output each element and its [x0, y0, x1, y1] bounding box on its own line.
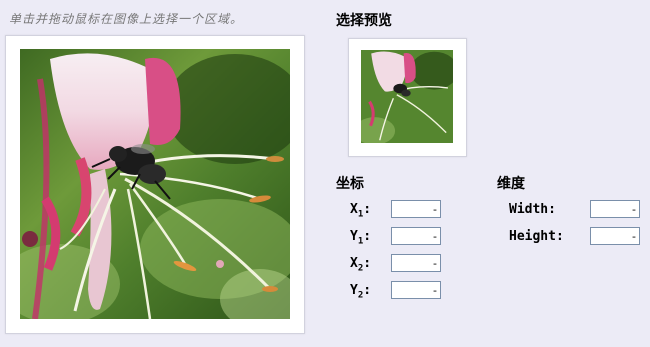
coords-title: 坐标: [336, 176, 364, 192]
preview-title: 选择预览: [336, 13, 392, 29]
y1-label: Y1:: [350, 229, 372, 247]
y2-label: Y2:: [350, 283, 372, 301]
preview-image: [361, 50, 453, 143]
x2-label: X2:: [350, 256, 372, 274]
height-label: Height:: [509, 229, 564, 244]
width-label: Width:: [509, 202, 556, 217]
x1-label: X1:: [350, 202, 372, 220]
y2-field[interactable]: [391, 281, 441, 299]
preview-frame: [348, 38, 467, 157]
y1-field[interactable]: [391, 227, 441, 245]
height-field[interactable]: [590, 227, 640, 245]
flower-image[interactable]: [20, 49, 290, 319]
x1-field[interactable]: [391, 200, 441, 218]
x2-field[interactable]: [391, 254, 441, 272]
dimensions-title: 维度: [497, 176, 525, 192]
instruction-text: 单击并拖动鼠标在图像上选择一个区域。: [9, 12, 244, 26]
width-field[interactable]: [590, 200, 640, 218]
image-frame: [5, 35, 305, 334]
